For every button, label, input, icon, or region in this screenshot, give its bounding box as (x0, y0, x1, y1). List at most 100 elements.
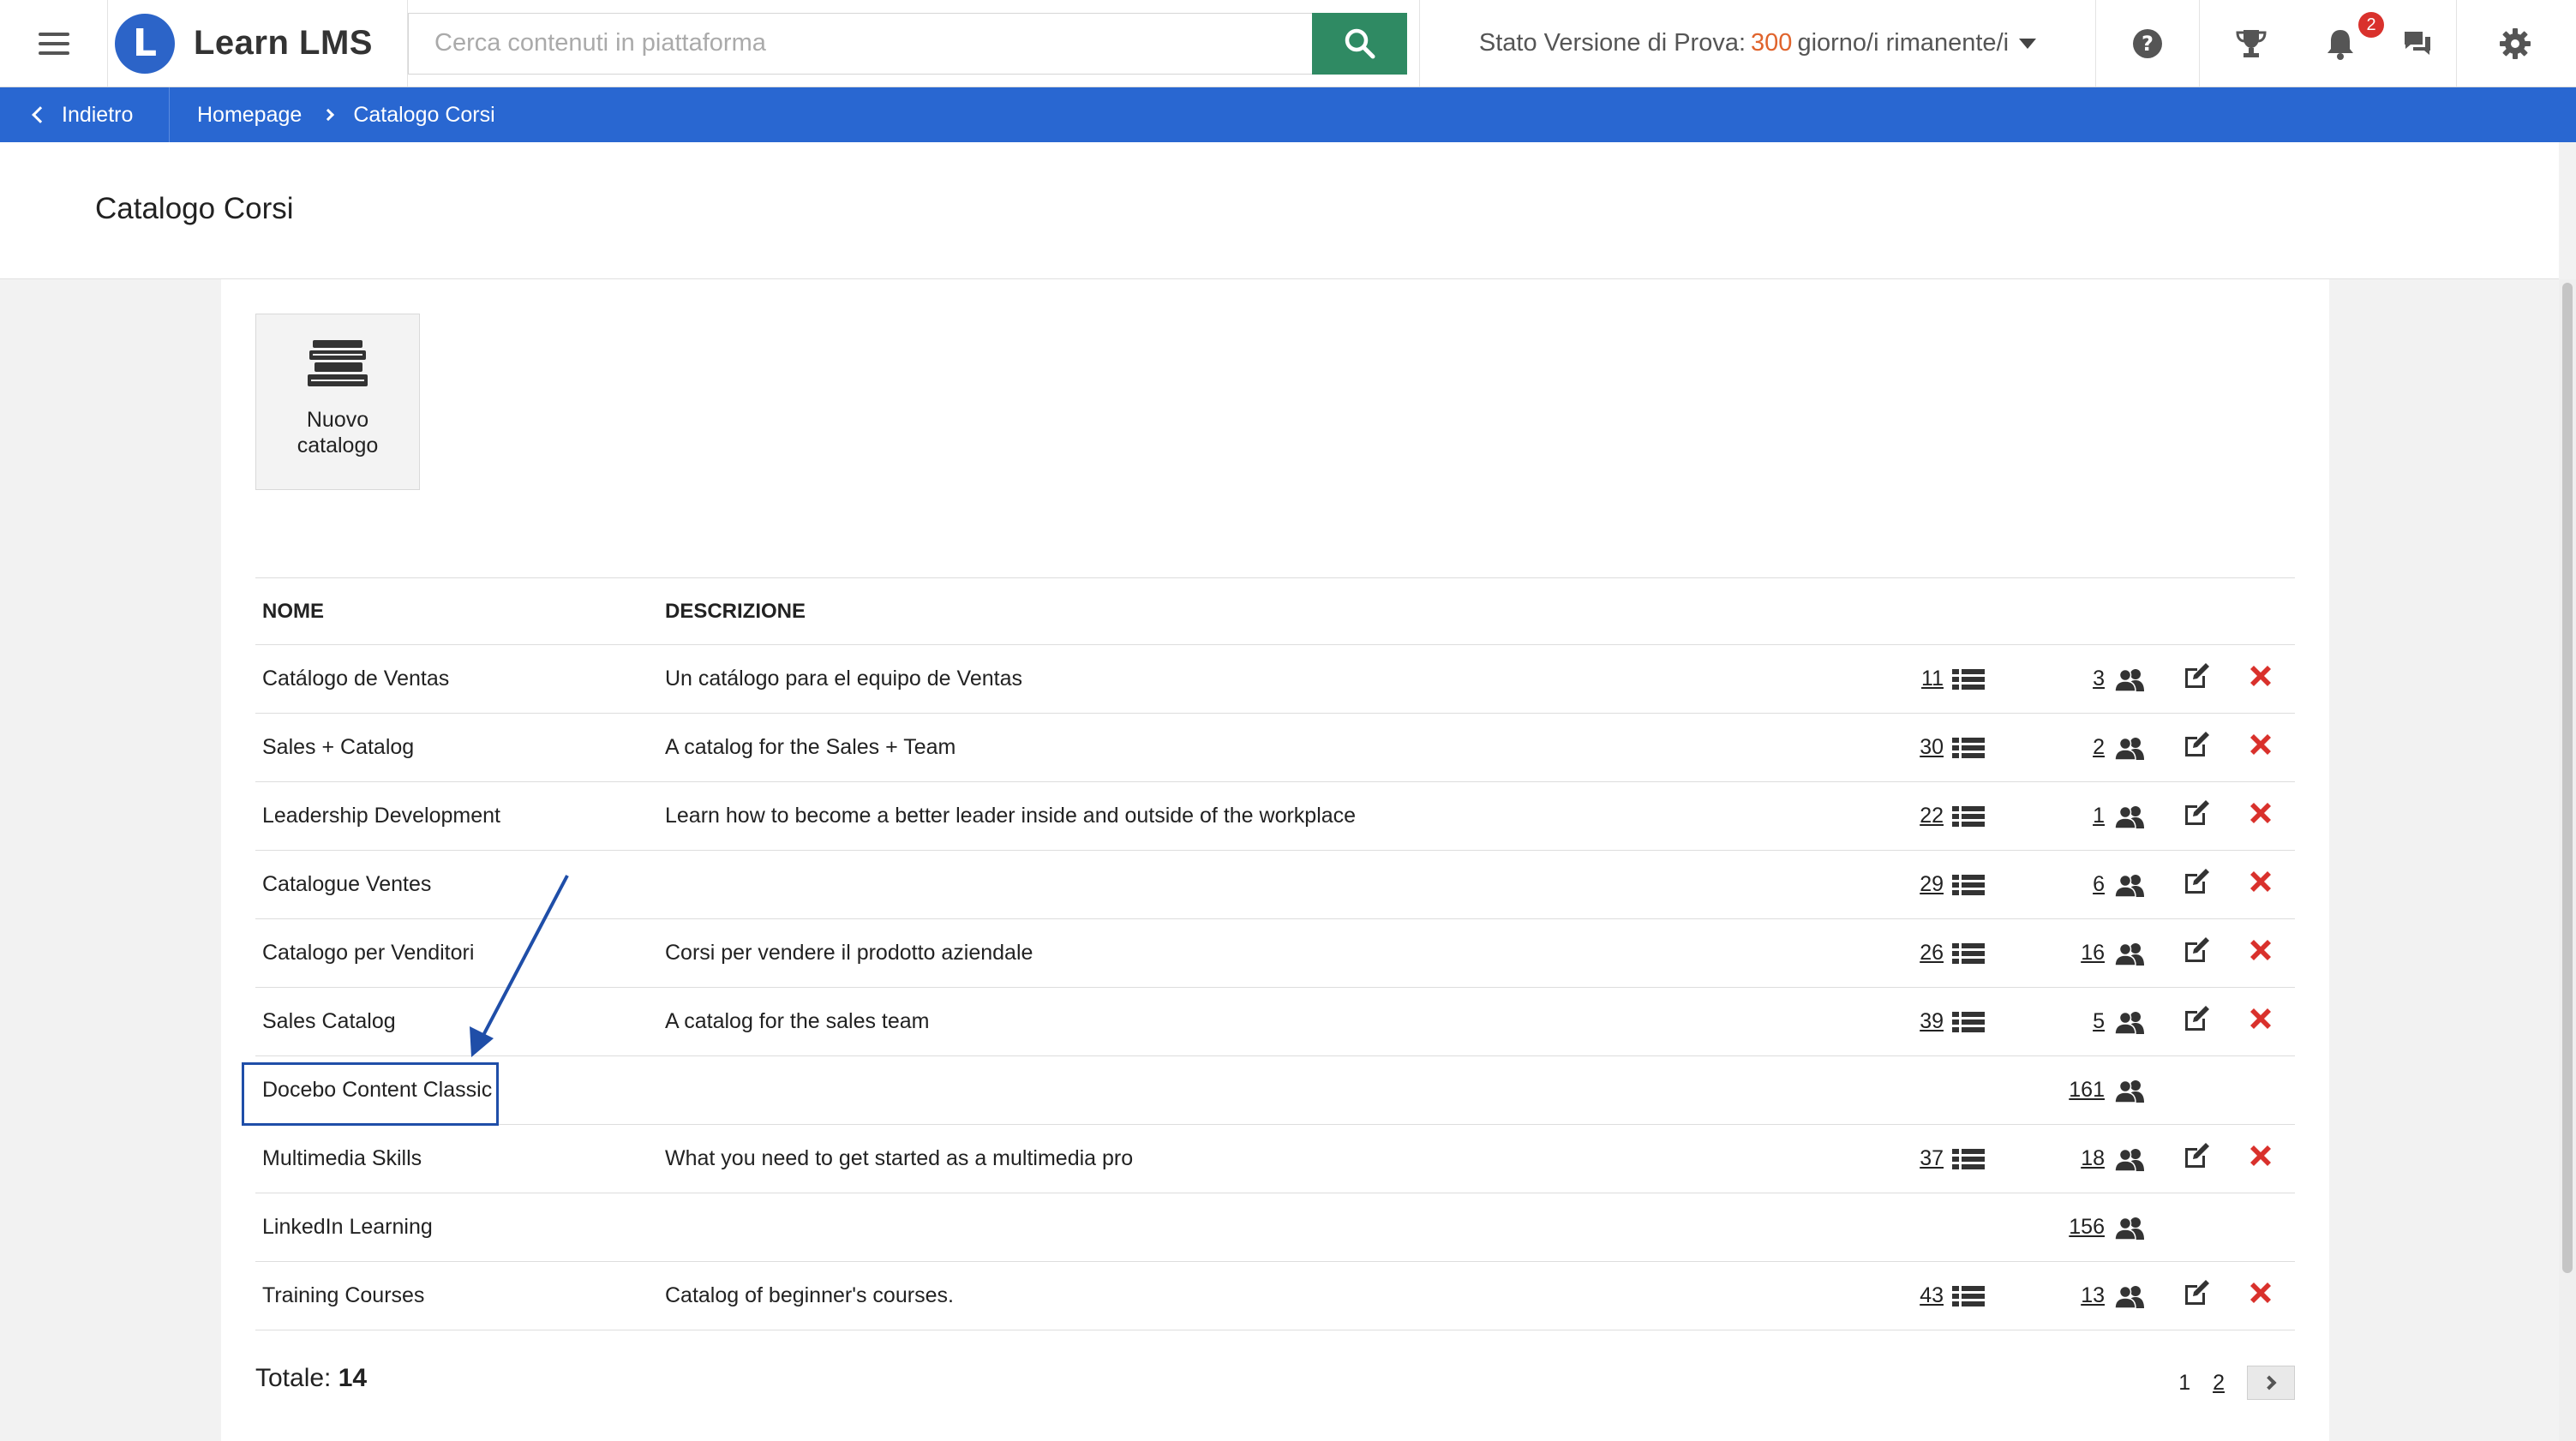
column-header-users (2004, 577, 2166, 645)
catalog-name[interactable]: LinkedIn Learning (255, 1193, 658, 1262)
next-page-button[interactable] (2247, 1366, 2295, 1400)
users-count-link[interactable]: 156 (2010, 1215, 2166, 1240)
users-count-link[interactable]: 5 (2010, 1009, 2166, 1034)
users-icon (2114, 942, 2144, 966)
edit-button[interactable] (2173, 730, 2211, 759)
courses-count: 39 (1920, 1009, 1944, 1033)
users-icon (2114, 1217, 2144, 1240)
courses-count-link[interactable]: 37 (1848, 1146, 2004, 1171)
catalog-name[interactable]: Multimedia Skills (255, 1124, 658, 1193)
catalog-name[interactable]: Leadership Development (255, 781, 658, 851)
caret-down-icon (2019, 38, 2037, 49)
edit-button[interactable] (2173, 936, 2211, 965)
books-stack-icon (308, 340, 368, 386)
users-count-link[interactable]: 6 (2010, 872, 2166, 897)
column-header-name[interactable]: NOME (255, 577, 658, 645)
delete-button[interactable] (2242, 799, 2274, 827)
vertical-scrollbar[interactable] (2559, 279, 2576, 1441)
delete-button[interactable] (2242, 1005, 2274, 1032)
catalog-name[interactable]: Catalogo per Venditori (255, 918, 658, 988)
catalog-description: Learn how to become a better leader insi… (658, 781, 1841, 851)
search-input[interactable] (408, 12, 1313, 75)
delete-cell (2235, 1261, 2295, 1330)
edit-icon (2185, 1143, 2209, 1168)
courses-cell: 11 (1841, 644, 2004, 714)
courses-count-link[interactable]: 29 (1848, 872, 2004, 897)
catalog-name[interactable]: Catalogue Ventes (255, 850, 658, 919)
edit-button[interactable] (2173, 1004, 2211, 1033)
trial-status-dropdown[interactable]: Stato Versione di Prova: 300 giorno/i ri… (1419, 0, 2096, 87)
trial-suffix: giorno/i rimanente/i (1797, 29, 2010, 57)
edit-button[interactable] (2173, 798, 2211, 828)
catalog-name[interactable]: Training Courses (255, 1261, 658, 1330)
delete-button[interactable] (2242, 662, 2274, 690)
catalog-name[interactable]: Docebo Content Classic (255, 1055, 658, 1125)
table-row: Sales Catalog A catalog for the sales tea… (255, 987, 2295, 1056)
back-label: Indietro (62, 102, 134, 127)
edit-cell (2166, 713, 2235, 782)
delete-button[interactable] (2242, 1279, 2274, 1306)
new-catalog-button[interactable]: Nuovo catalogo (255, 314, 420, 490)
page-2[interactable]: 2 (2213, 1371, 2225, 1396)
menu-button[interactable] (0, 0, 108, 87)
delete-button[interactable] (2242, 868, 2274, 895)
catalog-description (658, 850, 1841, 919)
edit-button[interactable] (2173, 1278, 2211, 1307)
users-count-link[interactable]: 13 (2010, 1283, 2166, 1308)
courses-count: 30 (1920, 735, 1944, 759)
users-cell: 5 (2004, 987, 2166, 1056)
catalog-name[interactable]: Sales Catalog (255, 987, 658, 1056)
delete-cell (2235, 644, 2295, 714)
edit-cell (2166, 644, 2235, 714)
column-header-courses (1841, 577, 2004, 645)
breadcrumb-homepage[interactable]: Homepage (197, 103, 302, 128)
courses-cell (1841, 1193, 2004, 1262)
users-count-link[interactable]: 2 (2010, 735, 2166, 760)
notifications-button[interactable]: 2 (2302, 0, 2384, 87)
delete-button[interactable] (2242, 936, 2274, 964)
list-icon (1952, 1148, 1985, 1169)
chat-button[interactable] (2379, 0, 2456, 87)
delete-button[interactable] (2242, 731, 2274, 758)
delete-cell (2235, 1193, 2295, 1262)
users-count-link[interactable]: 18 (2010, 1146, 2166, 1171)
users-count-link[interactable]: 3 (2010, 667, 2166, 691)
delete-button[interactable] (2242, 1142, 2274, 1169)
catalog-description (658, 1193, 1841, 1262)
edit-button[interactable] (2173, 1141, 2211, 1170)
edit-button[interactable] (2173, 867, 2211, 896)
courses-count-link[interactable]: 43 (1848, 1283, 2004, 1308)
courses-cell: 26 (1841, 918, 2004, 988)
svg-text:?: ? (2142, 32, 2154, 56)
breadcrumb-current: Catalogo Corsi (353, 102, 495, 127)
catalog-name[interactable]: Sales + Catalog (255, 713, 658, 782)
list-icon (1952, 1285, 1985, 1306)
courses-count-link[interactable]: 39 (1848, 1009, 2004, 1034)
search-button[interactable] (1312, 12, 1407, 75)
courses-count-link[interactable]: 11 (1848, 667, 2004, 691)
users-cell: 3 (2004, 644, 2166, 714)
courses-count-link[interactable]: 26 (1848, 941, 2004, 966)
courses-cell: 30 (1841, 713, 2004, 782)
scrollbar-thumb[interactable] (2562, 283, 2573, 1273)
users-count-link[interactable]: 16 (2010, 941, 2166, 966)
search-bar (408, 0, 1419, 87)
users-count: 161 (2069, 1078, 2105, 1102)
users-count: 6 (2093, 872, 2105, 896)
catalog-name[interactable]: Catálogo de Ventas (255, 644, 658, 714)
edit-button[interactable] (2173, 661, 2211, 691)
brand[interactable]: L Learn LMS (108, 0, 408, 87)
users-icon (2114, 1148, 2144, 1171)
help-button[interactable]: ? (2096, 0, 2199, 87)
chevron-left-icon (32, 106, 49, 123)
users-count-link[interactable]: 161 (2010, 1078, 2166, 1103)
courses-cell (1841, 1055, 2004, 1125)
back-button[interactable]: Indietro (0, 87, 170, 142)
courses-count-link[interactable]: 22 (1848, 804, 2004, 828)
courses-count-link[interactable]: 30 (1848, 735, 2004, 760)
new-catalog-label-1: Nuovo (306, 408, 369, 432)
settings-button[interactable] (2456, 0, 2573, 87)
page-1[interactable]: 1 (2178, 1371, 2190, 1396)
users-count-link[interactable]: 1 (2010, 804, 2166, 828)
trophy-button[interactable] (2199, 0, 2302, 87)
